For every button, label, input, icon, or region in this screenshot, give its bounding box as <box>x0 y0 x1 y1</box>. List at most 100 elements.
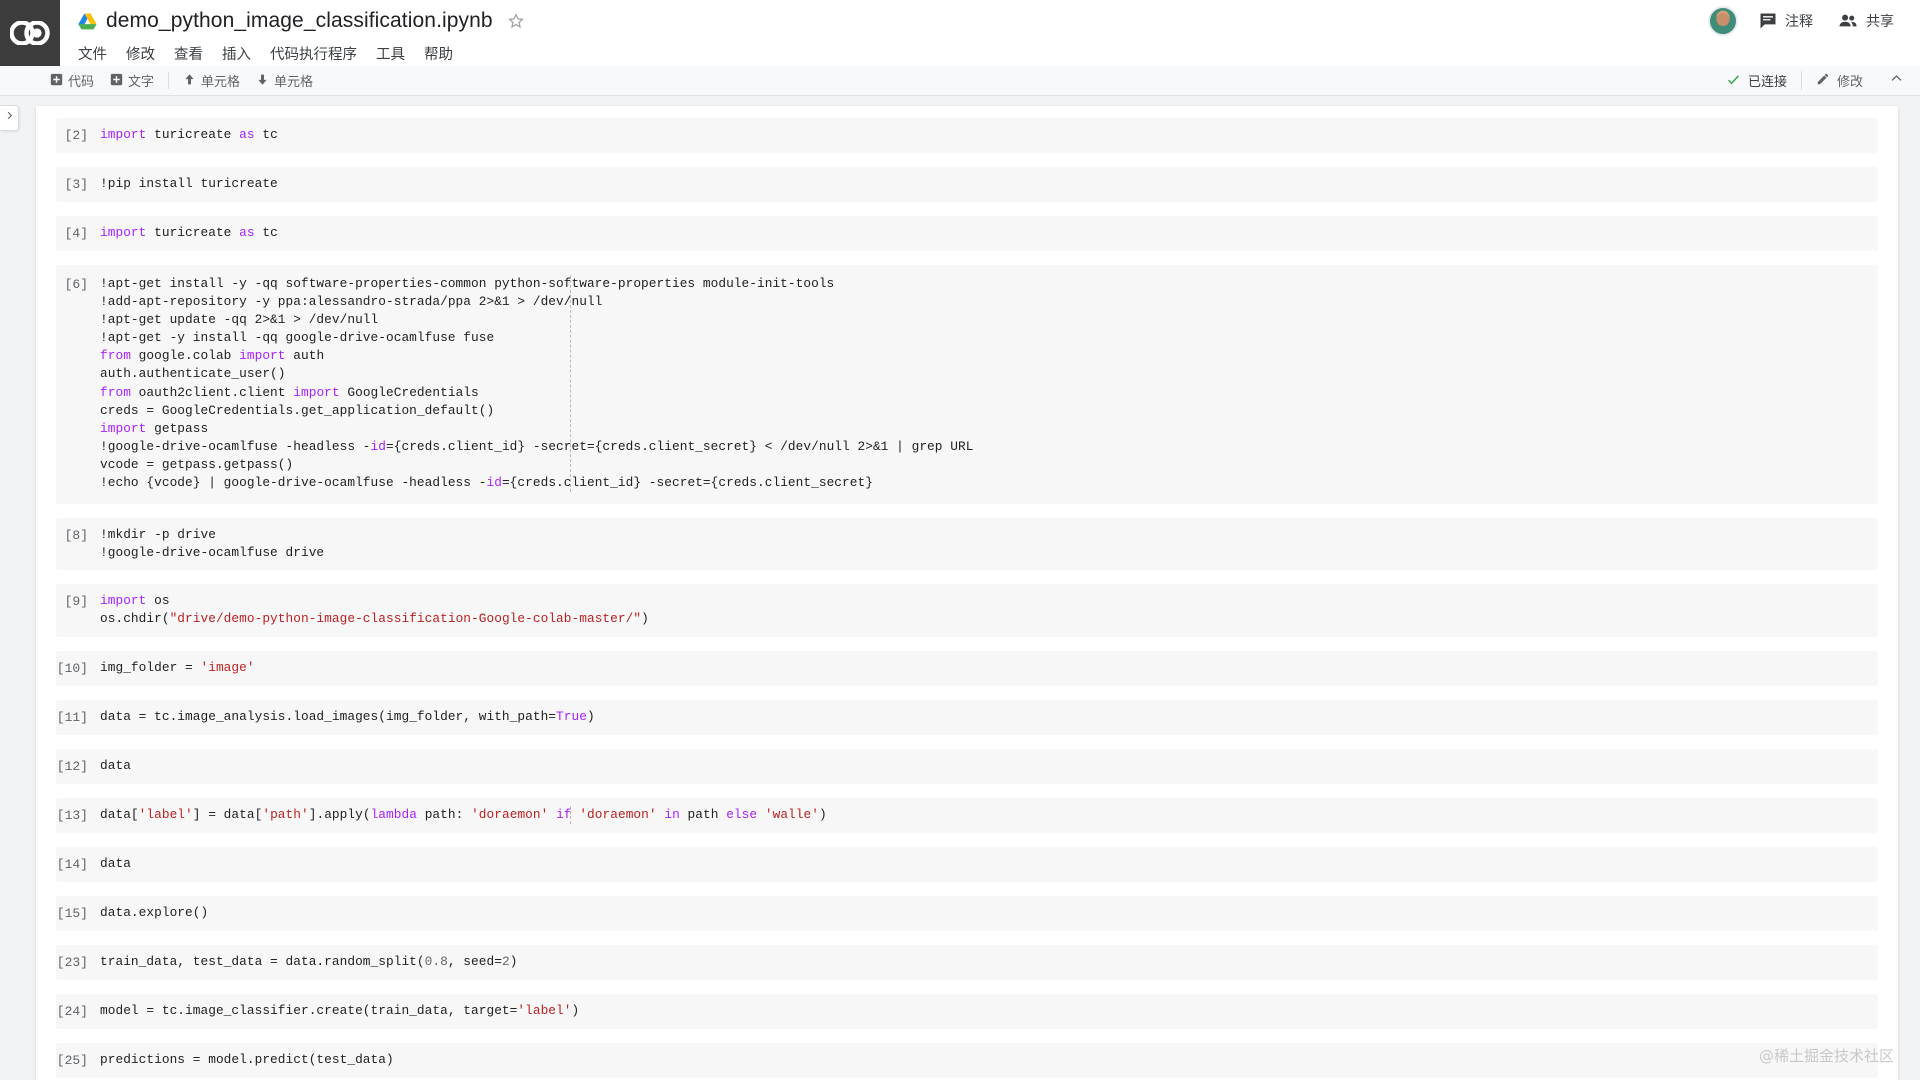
code-token: img_folder = <box>100 659 201 675</box>
code-token: True <box>556 708 587 724</box>
code-cell[interactable]: [12] data <box>56 748 1878 784</box>
comment-label: 注释 <box>1785 13 1813 29</box>
menu-item-tools[interactable]: 工具 <box>376 43 405 64</box>
comment-button[interactable]: 注释 <box>1754 7 1817 35</box>
connection-status-button[interactable]: 已连接 <box>1726 71 1801 90</box>
code-token: else <box>726 806 758 822</box>
colab-logo[interactable] <box>0 0 60 66</box>
code-line: os.chdir("drive/demo-python-image-classi… <box>100 610 1862 628</box>
code-cell[interactable]: [6] !apt-get install -y -qq software-prop… <box>56 265 1878 505</box>
cell-source[interactable]: import turicreate as tc <box>100 224 1878 242</box>
cell-execution-count[interactable]: [10] <box>56 659 100 678</box>
code-token: ) <box>641 611 649 627</box>
code-cell[interactable]: [24] model = tc.image_classifier.create(t… <box>56 993 1878 1029</box>
code-token: !apt-get install -y -qq software-propert… <box>100 276 835 291</box>
menu-item-help[interactable]: 帮助 <box>424 43 453 64</box>
cell-source[interactable]: data.explore() <box>100 904 1878 922</box>
code-token: ) <box>586 708 595 724</box>
code-cell[interactable]: [10] img_folder = 'image' <box>56 650 1878 686</box>
code-line: import os <box>100 592 1862 610</box>
cell-source[interactable]: train_data, test_data = data.random_spli… <box>100 953 1878 971</box>
cell-execution-count[interactable]: [9] <box>56 592 100 611</box>
menu-item-view[interactable]: 查看 <box>174 43 203 64</box>
code-line: !pip install turicreate <box>100 175 1862 193</box>
cell-execution-count[interactable]: [12] <box>56 757 100 776</box>
code-cell[interactable]: [4] import turicreate as tc <box>56 216 1878 251</box>
code-token: oauth2client.client <box>130 384 294 400</box>
cell-execution-count[interactable]: [25] <box>56 1051 100 1070</box>
menu-item-file[interactable]: 文件 <box>78 43 107 64</box>
colab-app: demo_python_image_classification.ipynb 文… <box>0 0 1920 1080</box>
code-token: vcode = getpass.getpass() <box>100 456 294 472</box>
add-code-cell-button[interactable]: 代码 <box>50 71 94 90</box>
user-avatar[interactable] <box>1708 6 1738 36</box>
code-line: data <box>100 855 1862 873</box>
cell-source[interactable]: !apt-get install -y -qq software-propert… <box>100 275 1878 493</box>
move-cell-up-button[interactable]: 单元格 <box>183 71 240 90</box>
cell-execution-count[interactable]: [11] <box>56 708 100 727</box>
code-token: data <box>100 757 131 773</box>
code-cell[interactable]: [2] import turicreate as tc <box>56 118 1878 153</box>
menu-item-edit[interactable]: 修改 <box>126 43 155 64</box>
title-row: demo_python_image_classification.ipynb <box>78 6 1708 36</box>
cell-execution-count[interactable]: [13] <box>56 806 100 825</box>
code-cell[interactable]: [25] predictions = model.predict(test_dat… <box>56 1042 1878 1078</box>
code-token: lambda <box>370 806 417 822</box>
cell-source[interactable]: import turicreate as tc <box>100 126 1878 144</box>
code-token: !google-drive-ocamlfuse drive <box>100 545 325 561</box>
arrow-down-icon <box>256 73 269 89</box>
collapse-toolbar-button[interactable] <box>1877 71 1904 91</box>
cell-execution-count[interactable]: [4] <box>56 224 100 243</box>
cell-execution-count[interactable]: [24] <box>56 1002 100 1021</box>
cell-source[interactable]: import os os.chdir("drive/demo-python-ima… <box>100 592 1878 628</box>
code-cell[interactable]: [23] train_data, test_data = data.random_… <box>56 944 1878 980</box>
share-button[interactable]: 共享 <box>1833 7 1898 35</box>
code-token: data[ <box>100 806 139 822</box>
cell-execution-count[interactable]: [8] <box>56 526 100 545</box>
code-cell[interactable]: [11] data = tc.image_analysis.load_images… <box>56 699 1878 735</box>
code-cell[interactable]: [8] !mkdir -p drive !google-drive-ocamlfus… <box>56 518 1878 571</box>
cell-execution-count[interactable]: [23] <box>56 953 100 972</box>
cell-execution-count[interactable]: [3] <box>56 175 100 194</box>
expand-sidebar-button[interactable] <box>0 105 19 131</box>
code-cell[interactable]: [3] !pip install turicreate <box>56 167 1878 202</box>
cell-execution-count[interactable]: [6] <box>56 275 100 294</box>
cell-source[interactable]: data <box>100 757 1878 775</box>
cell-execution-count[interactable]: [2] <box>56 126 100 145</box>
code-token: import <box>100 420 147 436</box>
code-token: id <box>370 438 386 454</box>
move-cell-down-button[interactable]: 单元格 <box>256 71 313 90</box>
check-icon <box>1726 72 1741 90</box>
code-token: from <box>100 384 131 400</box>
notebook-scroll-area[interactable]: [2] import turicreate as tc [3] !pip instal… <box>22 96 1920 1080</box>
code-line: !echo {vcode} | google-drive-ocamlfuse -… <box>100 474 1862 492</box>
cell-source[interactable]: !pip install turicreate <box>100 175 1878 193</box>
cell-source[interactable]: !mkdir -p drive !google-drive-ocamlfuse d… <box>100 526 1878 562</box>
edit-mode-button[interactable]: 修改 <box>1800 71 1877 90</box>
cell-source[interactable]: predictions = model.predict(test_data) <box>100 1051 1878 1069</box>
code-line: vcode = getpass.getpass() <box>100 456 1862 474</box>
code-cell[interactable]: [13] data['label'] = data['path'].apply(l… <box>56 797 1878 833</box>
menu-item-runtime[interactable]: 代码执行程序 <box>270 43 357 64</box>
code-token: creds = GoogleCredentials.get_applicatio… <box>100 402 495 418</box>
cell-source[interactable]: img_folder = 'image' <box>100 659 1878 677</box>
cell-source[interactable]: model = tc.image_classifier.create(train… <box>100 1002 1878 1020</box>
star-icon[interactable] <box>507 12 525 30</box>
code-cell[interactable]: [9] import os os.chdir("drive/demo-python-… <box>56 584 1878 637</box>
code-line: !google-drive-ocamlfuse drive <box>100 544 1862 562</box>
watermark: @稀土掘金技术社区 <box>1758 1047 1894 1065</box>
cell-execution-count[interactable]: [14] <box>56 855 100 874</box>
code-line: img_folder = 'image' <box>100 659 1862 677</box>
menu-item-insert[interactable]: 插入 <box>222 43 251 64</box>
page-title[interactable]: demo_python_image_classification.ipynb <box>106 9 493 33</box>
cell-execution-count[interactable]: [15] <box>56 904 100 923</box>
cell-source[interactable]: data['label'] = data['path'].apply(lambd… <box>100 805 1878 824</box>
code-cell[interactable]: [14] data <box>56 846 1878 882</box>
add-text-cell-button[interactable]: 文字 <box>110 71 154 90</box>
code-cell[interactable]: [15] data.explore() <box>56 895 1878 931</box>
toolbar-left-group: 代码 文字 <box>50 71 154 90</box>
cell-source[interactable]: data = tc.image_analysis.load_images(img… <box>100 708 1878 726</box>
code-token: model = tc.image_classifier.create(train… <box>100 1002 518 1018</box>
code-token: !echo {vcode} | google-drive-ocamlfuse -… <box>100 475 487 491</box>
cell-source[interactable]: data <box>100 855 1878 873</box>
